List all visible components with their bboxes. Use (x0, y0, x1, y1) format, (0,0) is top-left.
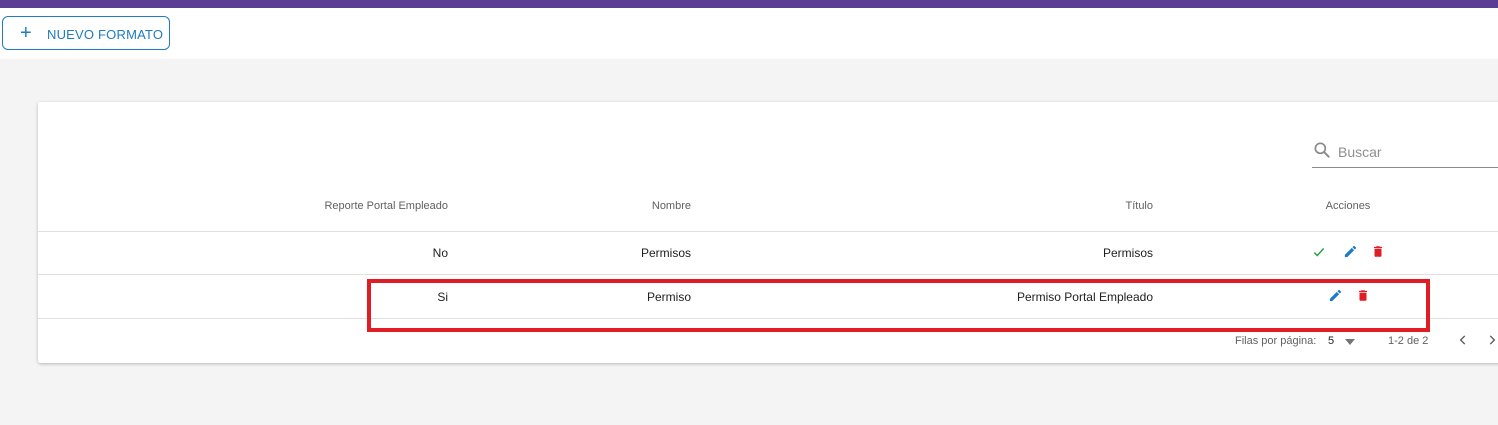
chevron-left-icon[interactable] (1456, 333, 1470, 347)
search-placeholder: Buscar (1338, 144, 1382, 160)
rows-per-page-select[interactable]: 5 (1328, 335, 1360, 347)
edit-icon[interactable] (1343, 244, 1358, 259)
cell-nombre: Permisos (640, 246, 691, 260)
row-divider (38, 318, 1498, 319)
formats-table-card: Buscar Reporte Portal Empleado Nombre Tí… (38, 102, 1498, 363)
pagination-range: 1-2 de 2 (1388, 335, 1429, 347)
new-format-button[interactable]: + NUEVO FORMATO (2, 16, 170, 50)
search-field[interactable]: Buscar (1312, 136, 1498, 168)
edit-icon[interactable] (1328, 288, 1343, 303)
header-divider (38, 231, 1498, 232)
delete-icon[interactable] (1371, 244, 1385, 259)
row-divider (38, 274, 1498, 275)
cell-reporte: No (432, 246, 448, 260)
cell-titulo: Permiso Portal Empleado (1016, 290, 1153, 304)
column-header-nombre[interactable]: Nombre (591, 200, 691, 212)
column-header-reporte[interactable]: Reporte Portal Empleado (288, 200, 448, 212)
new-format-label: NUEVO FORMATO (47, 27, 164, 42)
column-header-acciones: Acciones (1325, 200, 1371, 212)
plus-icon: + (20, 22, 32, 44)
cell-reporte: Si (437, 290, 448, 304)
chevron-right-icon[interactable] (1485, 333, 1498, 347)
search-icon (1314, 142, 1330, 158)
dropdown-arrow-icon (1345, 339, 1355, 345)
column-header-titulo[interactable]: Título (1053, 200, 1153, 212)
delete-icon[interactable] (1356, 288, 1370, 303)
toolbar: + NUEVO FORMATO (0, 8, 1498, 59)
check-icon[interactable] (1312, 245, 1326, 259)
cell-nombre: Permiso (646, 290, 691, 304)
top-app-bar (0, 0, 1498, 8)
rows-per-page-value: 5 (1328, 335, 1335, 347)
rows-per-page-label: Filas por página: (1235, 335, 1317, 347)
cell-titulo: Permisos (1102, 246, 1153, 260)
